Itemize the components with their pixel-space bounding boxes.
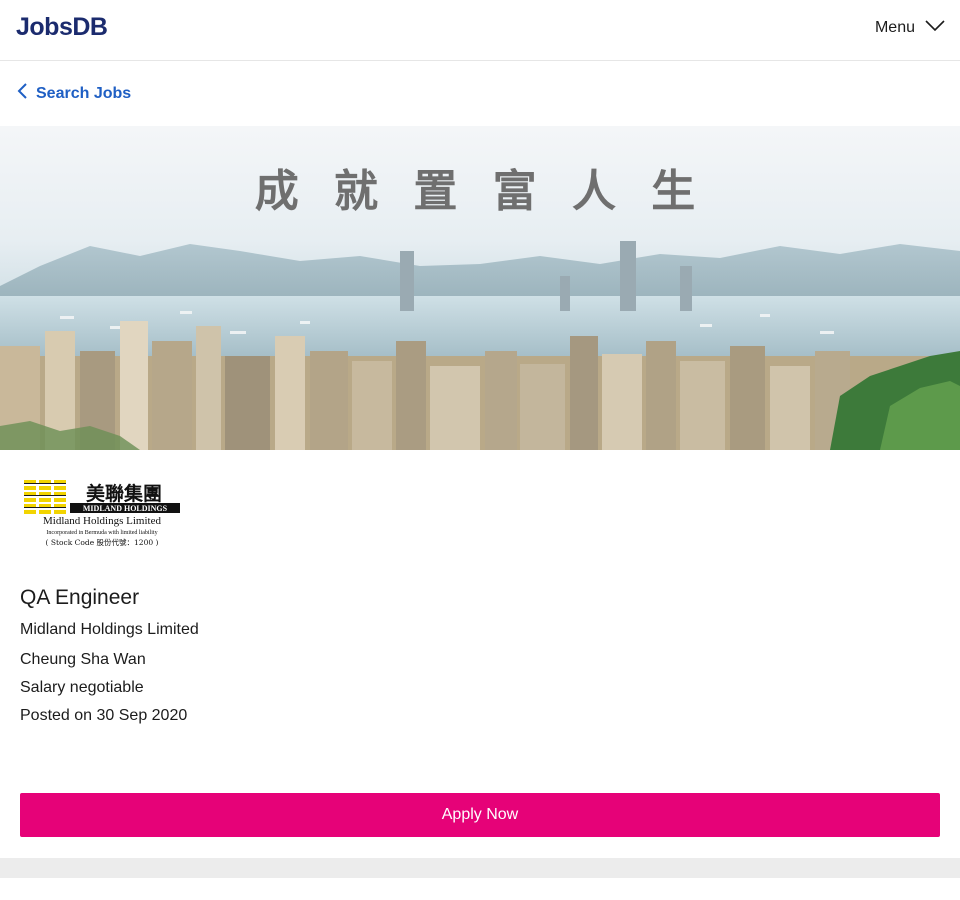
job-title: QA Engineer xyxy=(20,586,140,609)
logo-line3: Incorporated in Bermuda with limited lia… xyxy=(46,530,157,536)
chevron-down-icon xyxy=(925,19,945,37)
footer-divider xyxy=(0,858,960,878)
logo-line2: Midland Holdings Limited xyxy=(43,515,161,527)
menu-button[interactable]: Menu xyxy=(875,19,945,37)
back-to-search-link[interactable]: Search Jobs xyxy=(16,82,131,105)
company-banner: 成 就 置 富 人 生 xyxy=(0,126,960,450)
jobsdb-logo[interactable]: JobsDB xyxy=(16,13,108,42)
top-header: JobsDB Menu xyxy=(0,0,960,61)
company-name[interactable]: Midland Holdings Limited xyxy=(20,621,199,639)
back-label: Search Jobs xyxy=(36,84,132,102)
job-salary: Salary negotiable xyxy=(20,679,144,696)
posted-date: Posted on 30 Sep 2020 xyxy=(20,707,188,724)
apply-now-button[interactable]: Apply Now xyxy=(20,793,940,837)
logo-chinese-name: 美聯集團 xyxy=(86,482,162,505)
menu-label: Menu xyxy=(874,19,915,36)
company-logo: 美聯集團 MIDLAND HOLDINGS Midland Holdings L… xyxy=(22,478,184,548)
chevron-left-icon xyxy=(16,82,28,105)
logo-line4: ( Stock Code 股份代號：1200 ) xyxy=(46,537,159,547)
job-location: Cheung Sha Wan xyxy=(20,651,146,668)
banner-slogan: 成 就 置 富 人 生 xyxy=(255,166,706,217)
logo-line1: MIDLAND HOLDINGS xyxy=(83,504,168,513)
